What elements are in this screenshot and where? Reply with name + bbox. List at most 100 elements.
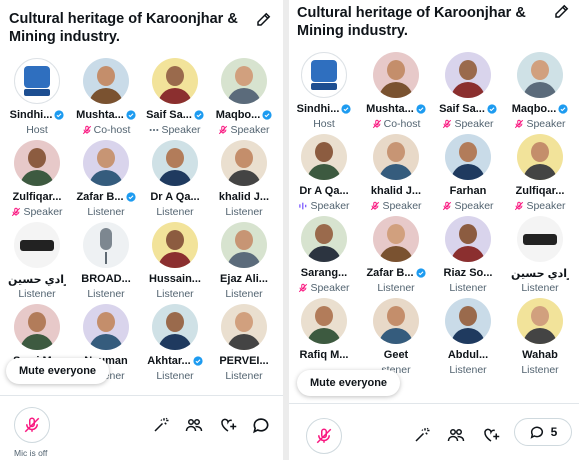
participant-name-row: شهرادي حسين [505,266,575,280]
participant-card[interactable]: Riaz So... Listener [433,216,503,296]
participant-card[interactable]: شهرادي حسينListener [505,216,575,296]
participant-card[interactable]: Saif Sa... Speaker [433,52,503,132]
participant-role: Listener [225,205,263,218]
magic-wand-icon[interactable] [152,416,170,434]
avatar[interactable] [221,58,267,104]
participant-card[interactable]: Zafar B... Listener [71,140,141,220]
reply-count-button[interactable]: 5 [514,418,572,446]
chat-bubble-icon[interactable] [251,415,271,435]
participant-card[interactable]: Zulfiqar... Speaker [2,140,72,220]
mute-everyone-button[interactable]: Mute everyone [297,370,401,396]
participant-card[interactable]: Geet stener [361,298,431,378]
avatar[interactable] [301,134,347,180]
avatar[interactable] [14,222,60,268]
avatar[interactable] [83,58,129,104]
avatar[interactable] [445,134,491,180]
participant-card[interactable]: Zafar B... Listener [361,216,431,296]
participant-card[interactable]: Mushta... Co-host [71,58,141,138]
avatar[interactable] [445,298,491,344]
avatar[interactable] [445,52,491,98]
participant-role-row: Listener [433,363,503,376]
participant-card[interactable]: Dr A Qa... Listener [140,140,210,220]
participant-card[interactable]: Maqbo... Speaker [209,58,279,138]
participant-card[interactable]: Farhan Speaker [433,134,503,214]
avatar-head [523,234,557,245]
avatar[interactable] [445,216,491,262]
participant-card[interactable]: Mushta... Co-host [361,52,431,132]
participant-card[interactable]: Maqbo... Speaker [505,52,575,132]
mic-off-icon [372,119,381,128]
avatar-head [28,148,46,168]
magic-wand-icon[interactable] [413,426,431,444]
avatar[interactable] [221,140,267,186]
participant-card[interactable]: Hussain... Listener [140,222,210,302]
avatar[interactable] [373,134,419,180]
avatar[interactable] [83,222,129,268]
avatar[interactable] [373,298,419,344]
avatar[interactable] [517,216,563,262]
participant-name: Wahab [522,349,558,361]
avatar[interactable] [517,298,563,344]
verified-badge-icon [341,104,351,114]
participant-grid: Sindhi... Host Mushta... Co-host Saif Sa... S… [2,58,282,408]
participant-name-row: Farhan [433,184,503,198]
participant-card[interactable]: BROAD... Listener [71,222,141,302]
people-icon[interactable] [447,426,465,444]
avatar[interactable] [14,140,60,186]
participant-card[interactable]: Saif Sa... Speaker [140,58,210,138]
mic-toggle-button[interactable] [14,407,50,443]
participant-role: Host [313,117,335,130]
participant-card[interactable]: Sarang... Speaker [289,216,359,296]
avatar[interactable] [152,140,198,186]
participant-card[interactable]: Abdul... Listener [433,298,503,378]
avatar[interactable] [14,304,60,350]
participant-name-row: BROAD... [71,272,141,286]
participant-card[interactable]: Ejaz Ali... Listener [209,222,279,302]
participant-card[interactable]: Sindhi... Host [2,58,72,138]
avatar[interactable] [221,222,267,268]
participant-card[interactable]: Rafiq M... [289,298,359,378]
participant-card[interactable]: khalid J... Listener [209,140,279,220]
heart-plus-icon[interactable] [482,426,500,444]
participant-card[interactable]: Dr A Qa... Speaker [289,134,359,214]
participant-card[interactable]: PERVEI... Listener [209,304,279,384]
participant-name-row: Zafar B... [71,190,141,204]
participant-card[interactable]: شهرادي حسينListener [2,222,72,302]
participant-name: PERVEI... [219,355,269,367]
avatar[interactable] [152,58,198,104]
space-title: Cultural heritage of Karoonjhar & Mining… [297,5,526,39]
avatar[interactable] [14,58,60,104]
avatar[interactable] [152,222,198,268]
participant-role-row: Listener [140,369,210,382]
participant-card[interactable]: khalid J... Speaker [361,134,431,214]
participant-name-row: Dr A Qa... [289,184,359,198]
avatar[interactable] [301,298,347,344]
avatar[interactable] [301,216,347,262]
mute-everyone-button[interactable]: Mute everyone [6,358,110,384]
avatar[interactable] [83,304,129,350]
participant-name-row: Dr A Qa... [140,190,210,204]
participant-role-row: Listener [505,363,575,376]
participant-card[interactable]: Zulfiqar... Speaker [505,134,575,214]
avatar[interactable] [517,134,563,180]
avatar[interactable] [517,52,563,98]
participant-card[interactable]: Sindhi... Host [289,52,359,132]
participant-role: Listener [156,369,194,382]
participant-card[interactable]: Akhtar... Listener [140,304,210,384]
mic-toggle-button[interactable] [306,418,342,454]
avatar[interactable] [152,304,198,350]
avatar[interactable] [301,52,347,98]
avatar[interactable] [83,140,129,186]
avatar[interactable] [221,304,267,350]
pencil-icon[interactable] [255,10,273,28]
avatar-head [315,142,333,162]
people-icon[interactable] [185,416,203,434]
verified-badge-icon [193,356,203,366]
pencil-icon[interactable] [553,2,571,20]
participant-card[interactable]: Wahab Listener [505,298,575,378]
avatar[interactable] [373,52,419,98]
avatar[interactable] [373,216,419,262]
avatar-body [89,170,123,186]
participant-name: شهرادي حسين [511,267,569,280]
heart-plus-icon[interactable] [219,416,237,434]
